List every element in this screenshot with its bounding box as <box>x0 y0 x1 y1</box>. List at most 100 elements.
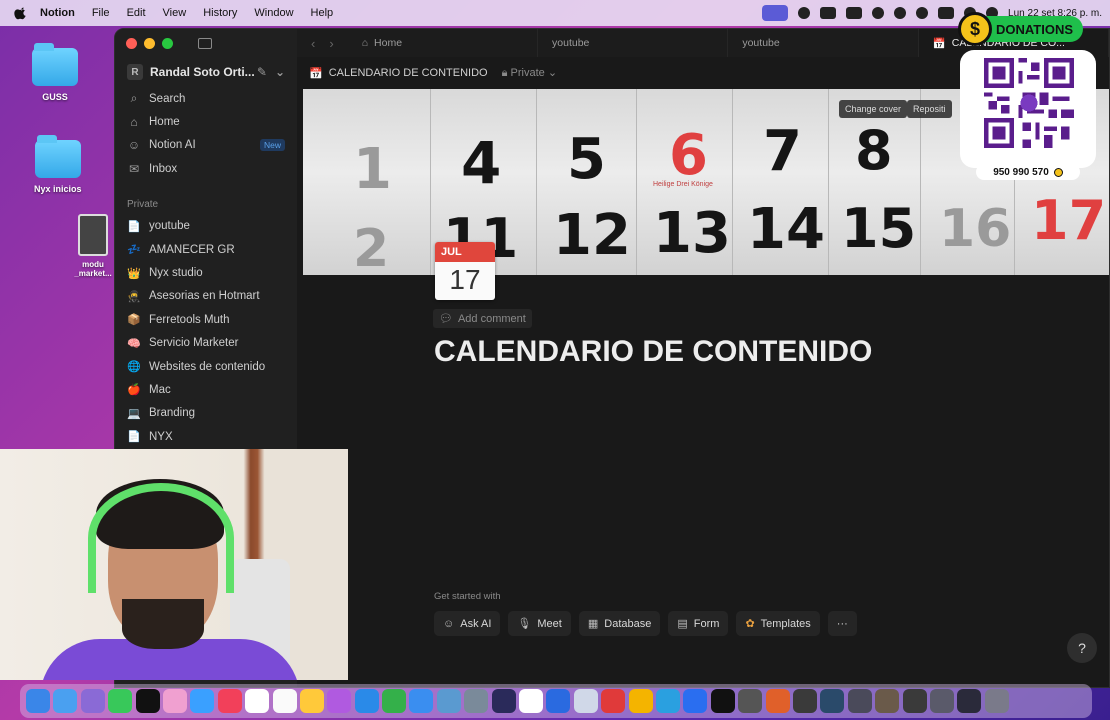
page-icon: 📄 <box>127 220 141 233</box>
desktop-folder-nyx[interactable]: Nyx inicios <box>34 135 82 194</box>
play-icon[interactable] <box>916 7 929 19</box>
activity-monitor-icon[interactable] <box>738 689 763 713</box>
app-store-icon[interactable] <box>409 689 434 713</box>
notion-status-icon[interactable] <box>846 7 863 19</box>
system-settings-icon[interactable] <box>464 689 489 713</box>
desktop-folder-guss[interactable]: GUSS <box>32 43 78 102</box>
sidebar-item-inbox[interactable]: ✉ Inbox <box>115 157 297 180</box>
sidebar-page-amanecer[interactable]: 💤 AMANECER GR <box>115 238 297 261</box>
chrome-icon[interactable] <box>628 689 653 713</box>
chevron-down-icon[interactable]: ⌄ <box>275 65 285 79</box>
templates-button[interactable]: ✿ Templates <box>736 611 820 636</box>
menu-app-name[interactable]: Notion <box>40 7 75 19</box>
help-button[interactable]: ? <box>1067 633 1097 663</box>
page-title[interactable]: CALENDARIO DE CONTENIDO <box>434 335 872 369</box>
zoom-status-icon[interactable] <box>798 7 811 19</box>
sidebar-page-servicio[interactable]: 🧠 Servicio Marketer <box>115 332 297 355</box>
music-icon[interactable] <box>217 689 242 713</box>
quicktime-icon[interactable] <box>546 689 571 713</box>
close-window-button[interactable] <box>126 37 137 49</box>
premiere-icon[interactable] <box>491 689 516 713</box>
minimized-window-icon[interactable] <box>902 689 927 713</box>
screen-tool-icon[interactable] <box>573 689 598 713</box>
minimize-window-button[interactable] <box>144 37 155 49</box>
capcut-icon[interactable] <box>710 689 735 713</box>
minimized-window-icon[interactable] <box>847 689 872 713</box>
back-arrow-icon[interactable]: ‹ <box>311 36 315 51</box>
menu-history[interactable]: History <box>203 7 237 19</box>
privacy-indicator[interactable]: 🔒︎ Private ⌄ <box>502 66 557 80</box>
pdf-app-icon[interactable] <box>601 689 626 713</box>
finder-icon[interactable] <box>26 689 50 713</box>
menu-help[interactable]: Help <box>311 7 334 19</box>
telegram-icon[interactable] <box>655 689 680 713</box>
messages-icon[interactable] <box>108 689 133 713</box>
reposition-cover-button[interactable]: Repositi <box>907 100 952 118</box>
tab-home[interactable]: ⌂ Home <box>348 29 539 57</box>
database-button[interactable]: ▦ Database <box>578 611 661 636</box>
menu-edit[interactable]: Edit <box>127 7 146 19</box>
page-icon: 🌐 <box>127 361 141 374</box>
calendar-app-icon[interactable] <box>272 689 297 713</box>
sidebar-item-home[interactable]: ⌂ Home <box>115 110 297 133</box>
desktop-file-modu[interactable]: modu _market... <box>70 214 116 278</box>
ask-ai-button[interactable]: ☺ Ask AI <box>434 611 501 636</box>
form-button[interactable]: ▤ Form <box>668 611 729 636</box>
sidebar-page-ferretools[interactable]: 📦 Ferretools Muth <box>115 308 297 331</box>
minimized-window-icon[interactable] <box>875 689 900 713</box>
podcasts-icon[interactable] <box>327 689 352 713</box>
pdf-status-icon[interactable] <box>820 7 837 19</box>
preview-icon[interactable] <box>436 689 461 713</box>
photos-icon[interactable] <box>162 689 187 713</box>
sidebar-page-nyx[interactable]: 📄 NYX <box>115 425 297 448</box>
page-emoji-icon[interactable]: JUL 17 <box>435 242 495 300</box>
keynote-icon[interactable] <box>354 689 379 713</box>
notion-icon[interactable] <box>519 689 544 713</box>
forward-arrow-icon[interactable]: › <box>329 36 333 51</box>
launchpad-icon[interactable] <box>80 689 105 713</box>
macos-menubar: Notion File Edit View History Window Hel… <box>0 0 1110 26</box>
apple-tv-icon[interactable] <box>135 689 160 713</box>
change-cover-button[interactable]: Change cover <box>839 100 908 118</box>
sidebar-page-nyx-studio[interactable]: 👑 Nyx studio <box>115 261 297 284</box>
airdrop-icon[interactable] <box>894 7 907 19</box>
apple-menu-icon[interactable] <box>14 6 28 20</box>
sidebar-page-websites[interactable]: 🌐 Websites de contenido <box>115 355 297 378</box>
screen-record-icon[interactable] <box>762 5 789 21</box>
menu-file[interactable]: File <box>92 7 110 19</box>
menu-view[interactable]: View <box>163 7 187 19</box>
minimized-window-icon[interactable] <box>820 689 845 713</box>
reminders-icon[interactable] <box>245 689 270 713</box>
minimized-window-icon[interactable] <box>929 689 954 713</box>
sidebar-page-youtube[interactable]: 📄 youtube <box>115 215 297 238</box>
counter-status-icon[interactable] <box>872 7 885 19</box>
sidebar-page-asesorias[interactable]: 🥷 Asesorias en Hotmart <box>115 285 297 308</box>
trash-icon[interactable] <box>984 689 1009 713</box>
numbers-icon[interactable] <box>382 689 407 713</box>
safari-icon[interactable] <box>190 689 215 713</box>
breadcrumb-page-title[interactable]: CALENDARIO DE CONTENIDO <box>329 67 488 79</box>
zoom-icon[interactable] <box>683 689 708 713</box>
more-options-button[interactable]: ··· <box>827 611 857 636</box>
sidebar-item-notion-ai[interactable]: ☺ Notion AI New <box>115 134 297 157</box>
tab-youtube[interactable]: youtube <box>538 29 729 57</box>
minimized-window-icon[interactable] <box>957 689 982 713</box>
new-page-icon[interactable]: ✎ <box>257 65 267 79</box>
sidebar-item-search[interactable]: ⌕ Search <box>115 87 297 110</box>
add-comment-button[interactable]: 💬︎ Add comment <box>433 309 532 328</box>
sidebar-page-branding[interactable]: 💻 Branding <box>115 402 297 425</box>
mail-icon[interactable] <box>53 689 78 713</box>
meet-button[interactable]: 🎙︎ Meet <box>508 611 571 636</box>
minimized-window-icon[interactable] <box>792 689 817 713</box>
minimized-window-icon[interactable] <box>765 689 790 713</box>
tab-youtube-2[interactable]: youtube <box>728 29 919 57</box>
menu-window[interactable]: Window <box>254 7 293 19</box>
sidebar-toggle-icon[interactable] <box>198 37 212 49</box>
workspace-actions: ✎ ⌄ <box>257 65 285 79</box>
sidebar-page-mac[interactable]: 🍎 Mac <box>115 378 297 401</box>
workspace-switcher[interactable]: R Randal Soto Orti... ✎ ⌄ <box>115 57 297 87</box>
battery-icon[interactable] <box>938 7 955 19</box>
sidebar-section-private[interactable]: Private <box>115 195 297 215</box>
zoom-window-button[interactable] <box>162 37 173 49</box>
notes-icon[interactable] <box>299 689 324 713</box>
